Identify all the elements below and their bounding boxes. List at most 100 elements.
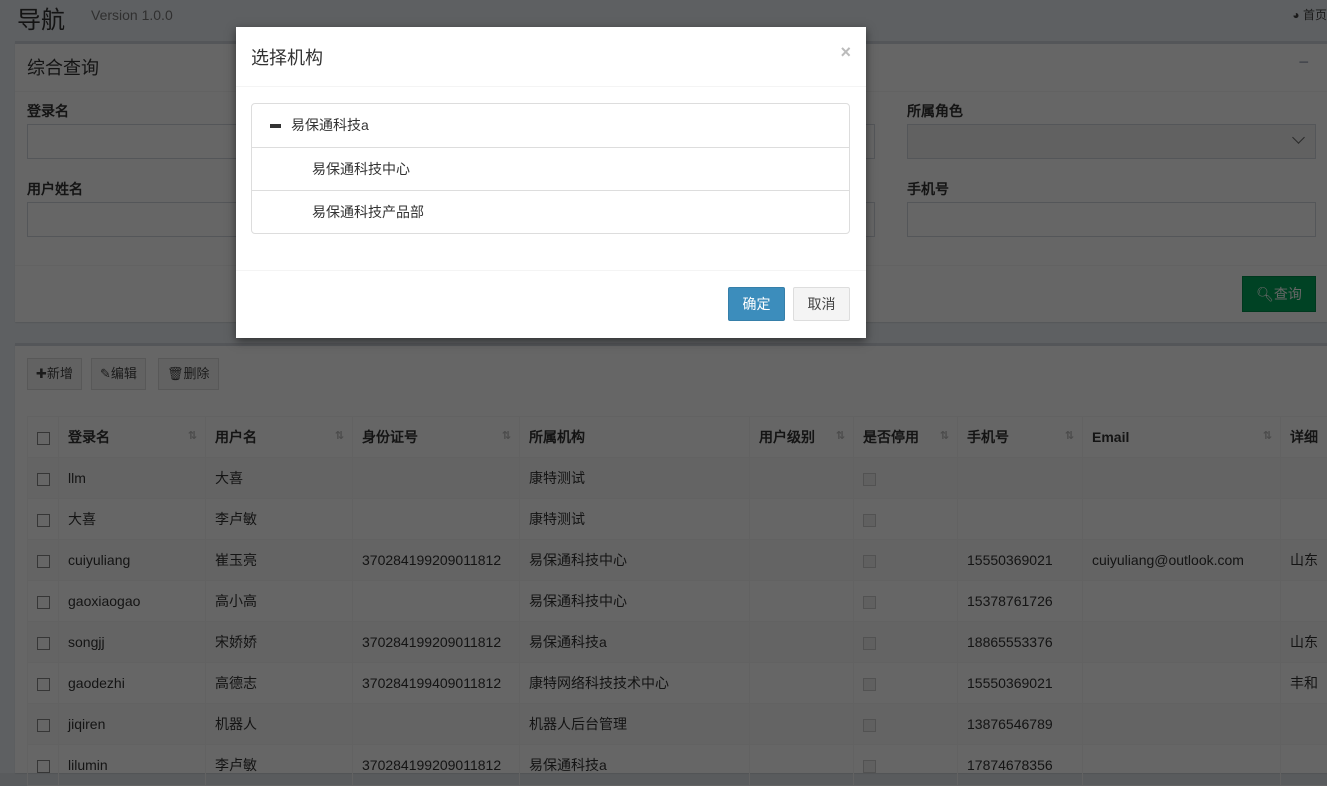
edit-button[interactable]: ✎编辑 — [91, 358, 146, 390]
delete-button[interactable]: 🗑︎删除 — [158, 358, 219, 390]
email-cell: cuiyuliang@outlook.com — [1083, 540, 1281, 581]
role-label: 所属角色 — [907, 101, 963, 121]
phone-cell: 15550369021 — [958, 663, 1083, 704]
column-header[interactable]: 详细 — [1281, 417, 1327, 458]
table-row[interactable]: 大喜李卢敏康特测试 — [28, 499, 1327, 540]
email-cell — [1083, 499, 1281, 540]
user-name-label: 用户姓名 — [27, 179, 83, 199]
disabled-checkbox — [854, 581, 958, 622]
column-header[interactable]: 登录名⇅ — [59, 417, 206, 458]
user-level-cell — [750, 499, 854, 540]
detail-cell: 丰和 — [1281, 663, 1327, 704]
close-icon[interactable]: × — [840, 42, 851, 63]
row-checkbox[interactable] — [28, 540, 59, 581]
add-button[interactable]: ✚新增 — [27, 358, 82, 390]
table-row[interactable]: cuiyuliang崔玉亮370284199209011812易保通科技中心15… — [28, 540, 1327, 581]
tree-node[interactable]: 易保通科技中心 — [252, 147, 849, 190]
id-number-cell — [353, 458, 520, 499]
row-checkbox[interactable] — [28, 704, 59, 745]
column-header[interactable]: 是否停用⇅ — [854, 417, 958, 458]
sort-icon[interactable]: ⇅ — [1263, 429, 1272, 442]
sort-icon[interactable]: ⇅ — [502, 429, 511, 442]
detail-cell: 山东 — [1281, 540, 1327, 581]
organization-cell: 易保通科技a — [520, 745, 750, 786]
column-header[interactable]: 手机号⇅ — [958, 417, 1083, 458]
detail-cell — [1281, 745, 1327, 786]
select-org-modal: 选择机构 × 易保通科技a 易保通科技中心 易保通科技产品部 确定 取消 — [236, 27, 866, 338]
user-level-cell — [750, 663, 854, 704]
login-name-cell: songjj — [59, 622, 206, 663]
table-row[interactable]: songjj宋娇娇370284199209011812易保通科技a1886555… — [28, 622, 1327, 663]
row-checkbox[interactable] — [28, 458, 59, 499]
column-header[interactable]: 用户名⇅ — [206, 417, 353, 458]
plus-icon: ✚ — [36, 366, 47, 381]
detail-cell — [1281, 704, 1327, 745]
login-name-cell: jiqiren — [59, 704, 206, 745]
table-row[interactable]: lilumin李卢敏370284199209011812易保通科技a178746… — [28, 745, 1327, 786]
user-level-cell — [750, 704, 854, 745]
sort-icon[interactable]: ⇅ — [836, 429, 845, 442]
sort-icon[interactable]: ⇅ — [1065, 429, 1074, 442]
row-checkbox[interactable] — [28, 663, 59, 704]
query-button[interactable]: 🔍︎查询 — [1242, 276, 1316, 312]
phone-cell: 18865553376 — [958, 622, 1083, 663]
email-cell — [1083, 458, 1281, 499]
tree-node[interactable]: 易保通科技a — [252, 104, 849, 147]
phone-cell: 15550369021 — [958, 540, 1083, 581]
sort-icon[interactable]: ⇅ — [940, 429, 949, 442]
id-number-cell — [353, 581, 520, 622]
organization-cell: 机器人后台管理 — [520, 704, 750, 745]
modal-title: 选择机构 — [251, 44, 323, 70]
column-header[interactable]: Email⇅ — [1083, 417, 1281, 458]
phone-input[interactable] — [907, 202, 1316, 237]
email-cell — [1083, 581, 1281, 622]
detail-cell — [1281, 499, 1327, 540]
role-select[interactable] — [907, 124, 1316, 159]
row-checkbox[interactable] — [28, 499, 59, 540]
user-level-cell — [750, 458, 854, 499]
row-checkbox[interactable] — [28, 581, 59, 622]
disabled-checkbox — [854, 704, 958, 745]
row-checkbox[interactable] — [28, 622, 59, 663]
sort-icon[interactable]: ⇅ — [335, 429, 344, 442]
column-header[interactable]: 所属机构 — [520, 417, 750, 458]
user-name-cell: 高小高 — [206, 581, 353, 622]
column-header[interactable]: 用户级别⇅ — [750, 417, 854, 458]
phone-cell: 13876546789 — [958, 704, 1083, 745]
sort-icon[interactable]: ⇅ — [188, 429, 197, 442]
collapse-icon[interactable]: − — [1298, 52, 1309, 73]
edit-icon: ✎ — [100, 366, 111, 381]
column-header[interactable]: 身份证号⇅ — [353, 417, 520, 458]
phone-cell: 15378761726 — [958, 581, 1083, 622]
login-name-cell: gaodezhi — [59, 663, 206, 704]
disabled-checkbox — [854, 663, 958, 704]
organization-cell: 易保通科技中心 — [520, 581, 750, 622]
user-name-cell: 大喜 — [206, 458, 353, 499]
trash-icon: 🗑︎ — [167, 366, 184, 381]
select-all-checkbox[interactable] — [28, 417, 59, 458]
phone-label: 手机号 — [907, 179, 949, 199]
organization-cell: 康特网络科技技术中心 — [520, 663, 750, 704]
confirm-button[interactable]: 确定 — [728, 287, 785, 321]
id-number-cell: 370284199409011812 — [353, 663, 520, 704]
id-number-cell — [353, 704, 520, 745]
id-number-cell: 370284199209011812 — [353, 622, 520, 663]
user-name-cell: 崔玉亮 — [206, 540, 353, 581]
row-checkbox[interactable] — [28, 745, 59, 786]
user-name-cell: 宋娇娇 — [206, 622, 353, 663]
table-row[interactable]: llm大喜康特测试 — [28, 458, 1327, 499]
user-list-panel: ✚新增 ✎编辑 🗑︎删除 登录名⇅用户名⇅身份证号⇅所属机构用户级别⇅是否停用⇅… — [15, 343, 1327, 773]
cancel-button[interactable]: 取消 — [793, 287, 850, 321]
organization-cell: 康特测试 — [520, 458, 750, 499]
login-name-cell: cuiyuliang — [59, 540, 206, 581]
version-label: Version 1.0.0 — [91, 7, 173, 23]
login-name-cell: gaoxiaogao — [59, 581, 206, 622]
user-table: 登录名⇅用户名⇅身份证号⇅所属机构用户级别⇅是否停用⇅手机号⇅Email⇅详细 … — [27, 416, 1327, 786]
table-row[interactable]: gaoxiaogao高小高 易保通科技中心 15378761726 — [28, 581, 1327, 622]
table-row[interactable]: jiqiren机器人机器人后台管理13876546789 — [28, 704, 1327, 745]
home-link[interactable]: ◕ 首页 — [1292, 6, 1327, 23]
organization-cell: 康特测试 — [520, 499, 750, 540]
table-row[interactable]: gaodezhi高德志370284199409011812康特网络科技技术中心1… — [28, 663, 1327, 704]
collapse-node-icon[interactable] — [270, 124, 281, 128]
tree-node[interactable]: 易保通科技产品部 — [252, 190, 849, 233]
